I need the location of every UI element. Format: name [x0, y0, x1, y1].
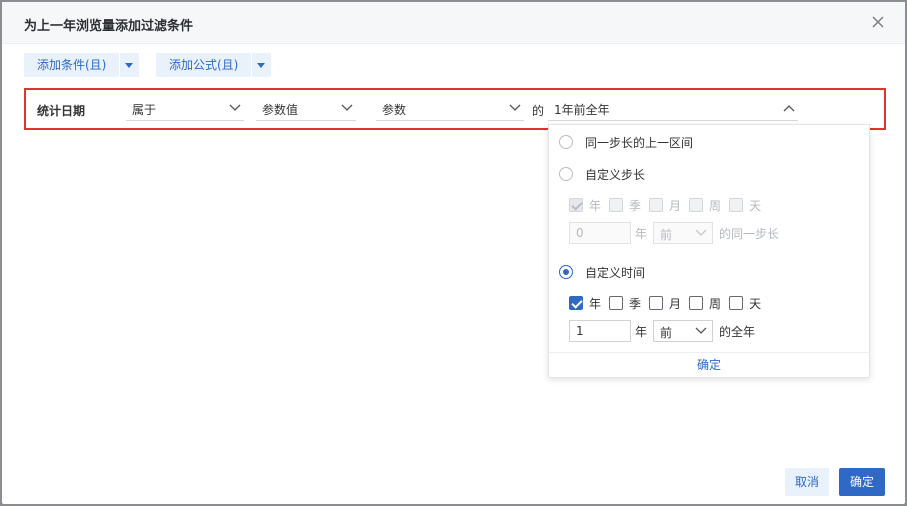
operator-select[interactable]: 属于 — [126, 98, 244, 121]
step-direction-select[interactable]: 前 — [653, 222, 714, 244]
dialog-title: 为上一年浏览量添加过滤条件 — [24, 19, 194, 34]
time-suffix: 的全年 — [719, 324, 756, 339]
chevron-down-icon — [229, 104, 241, 111]
value-type-value: 参数值 — [262, 103, 299, 117]
radio-same-step[interactable] — [559, 135, 573, 149]
step-amount-input[interactable]: 0 — [569, 222, 631, 244]
option-custom-time-label: 自定义时间 — [585, 265, 646, 280]
filter-dialog: 为上一年浏览量添加过滤条件 添加条件(且) 添加公式(且) 统计日期 属于 参数… — [2, 2, 905, 504]
radio-custom-step[interactable] — [559, 167, 573, 181]
checkbox-quarter[interactable] — [609, 296, 624, 310]
step-amount-unit: 年 — [635, 226, 648, 241]
checkbox-year[interactable] — [569, 198, 583, 212]
close-icon[interactable] — [869, 13, 887, 31]
option-same-step-label: 同一步长的上一区间 — [585, 135, 694, 150]
checkbox-year-label: 年 — [589, 198, 602, 213]
ok-button[interactable]: 确定 — [839, 468, 885, 496]
value-type-select[interactable]: 参数值 — [256, 98, 356, 121]
cancel-button[interactable]: 取消 — [785, 468, 829, 496]
checkbox-week[interactable] — [689, 296, 704, 310]
add-formula-split-button: 添加公式(且) — [156, 53, 272, 77]
checkbox-month[interactable] — [649, 296, 664, 310]
parameter-select[interactable]: 参数 — [376, 98, 524, 121]
add-condition-dropdown-icon[interactable] — [120, 53, 140, 77]
checkbox-day-label: 天 — [749, 296, 762, 311]
checkbox-week-label: 周 — [709, 198, 722, 213]
chevron-up-icon — [783, 105, 795, 112]
custom-step-units: 年 季 月 周 天 — [569, 197, 769, 213]
add-condition-split-button: 添加条件(且) — [24, 53, 140, 77]
time-direction-value: 前 — [660, 326, 673, 340]
checkbox-year[interactable] — [569, 296, 583, 310]
checkbox-quarter-label: 季 — [629, 296, 642, 311]
add-condition-button[interactable]: 添加条件(且) — [24, 53, 120, 77]
checkbox-week[interactable] — [689, 198, 704, 212]
date-value-select[interactable]: 1年前全年 — [548, 98, 798, 121]
step-direction-value: 前 — [660, 228, 673, 242]
date-picker-popup: 同一步长的上一区间 自定义步长 年 季 月 周 天 0 年 前 的同一步长 自定… — [548, 124, 870, 378]
chevron-down-icon — [341, 104, 353, 111]
chevron-down-icon — [509, 104, 521, 111]
popup-confirm-button[interactable]: 确定 — [549, 352, 869, 377]
add-formula-dropdown-icon[interactable] — [252, 53, 272, 77]
step-suffix: 的同一步长 — [719, 226, 780, 241]
chevron-down-icon — [695, 229, 707, 236]
time-amount-unit: 年 — [635, 324, 648, 339]
operator-value: 属于 — [132, 103, 157, 117]
time-amount-input[interactable]: 1 — [569, 320, 631, 342]
checkbox-quarter-label: 季 — [629, 198, 642, 213]
field-label: 统计日期 — [37, 104, 86, 118]
checkbox-week-label: 周 — [709, 296, 722, 311]
checkbox-day[interactable] — [729, 198, 744, 212]
date-value: 1年前全年 — [554, 103, 610, 117]
option-custom-step[interactable]: 自定义步长 — [559, 165, 645, 183]
custom-step-amount-row: 0 年 前 的同一步长 — [569, 222, 779, 244]
checkbox-quarter[interactable] — [609, 198, 624, 212]
parameter-value: 参数 — [382, 103, 407, 117]
chevron-down-icon — [695, 327, 707, 334]
connector-text: 的 — [532, 104, 545, 118]
option-custom-time[interactable]: 自定义时间 — [559, 263, 645, 281]
add-formula-button[interactable]: 添加公式(且) — [156, 53, 252, 77]
custom-time-units: 年 季 月 周 天 — [569, 295, 769, 311]
checkbox-month-label: 月 — [669, 198, 682, 213]
time-direction-select[interactable]: 前 — [653, 320, 714, 342]
checkbox-month[interactable] — [649, 198, 664, 212]
checkbox-day-label: 天 — [749, 198, 762, 213]
checkbox-day[interactable] — [729, 296, 744, 310]
custom-time-amount-row: 1 年 前 的全年 — [569, 320, 755, 342]
checkbox-month-label: 月 — [669, 296, 682, 311]
option-custom-step-label: 自定义步长 — [585, 167, 646, 182]
option-same-step[interactable]: 同一步长的上一区间 — [559, 133, 693, 151]
checkbox-year-label: 年 — [589, 296, 602, 311]
dialog-header: 为上一年浏览量添加过滤条件 — [2, 2, 905, 44]
radio-custom-time[interactable] — [559, 265, 573, 279]
